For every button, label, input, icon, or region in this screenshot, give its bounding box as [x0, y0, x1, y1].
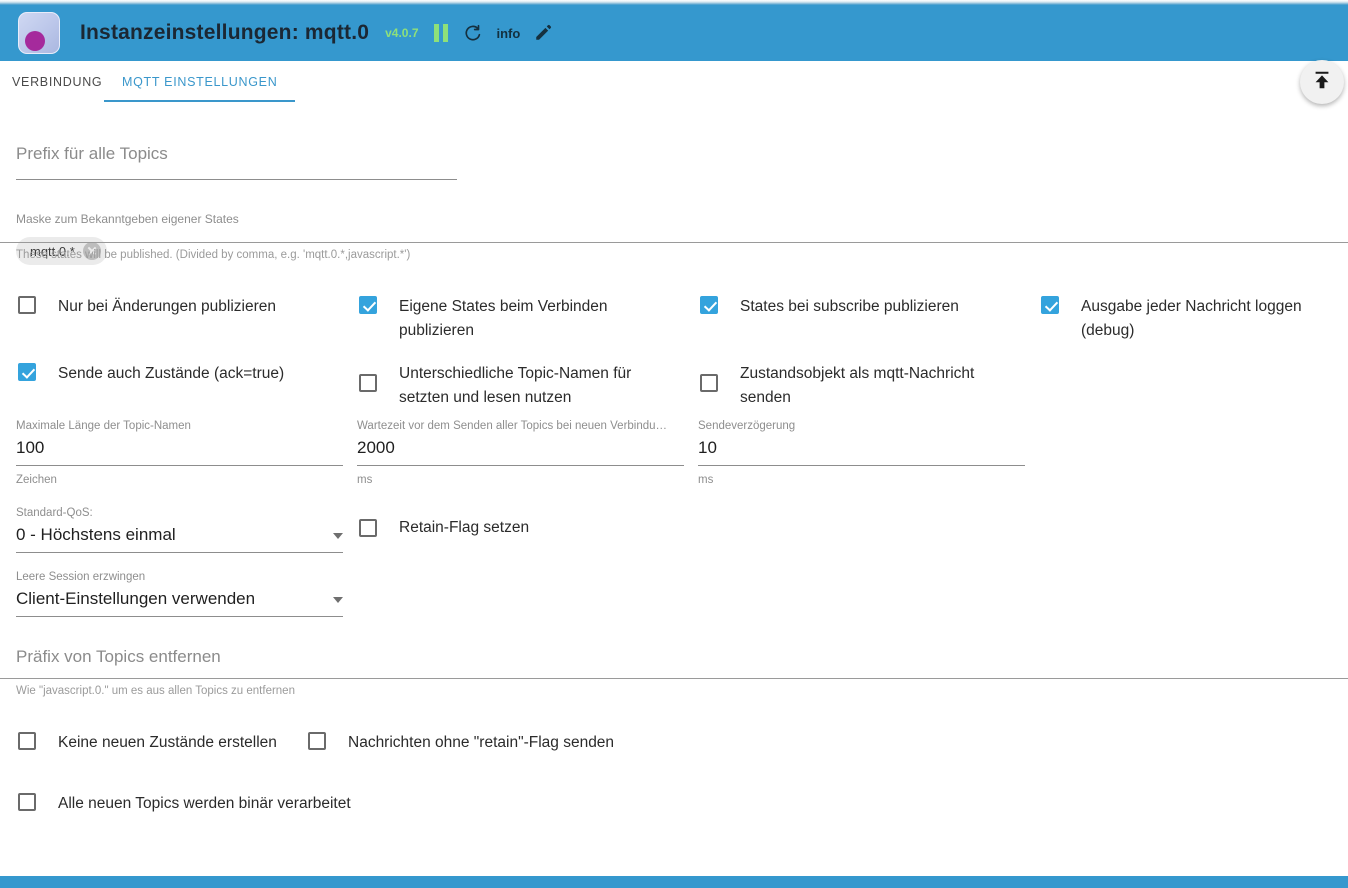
checkbox-box[interactable]: [359, 519, 377, 537]
checkbox-box[interactable]: [18, 296, 36, 314]
bottom-accent-bar: [0, 876, 1348, 888]
field-unit: ms: [357, 474, 684, 486]
tab-mqtt-einstellungen[interactable]: MQTT EINSTELLUNGEN: [104, 61, 295, 102]
field-label: Wartezeit vor dem Senden aller Topics be…: [357, 420, 684, 432]
checkbox-box[interactable]: [359, 374, 377, 392]
version-badge: v4.0.7: [385, 26, 418, 40]
checkbox-label: Unterschiedliche Topic-Namen für setzten…: [399, 362, 649, 410]
checkbox-unterschiedliche-topic-namen[interactable]: Unterschiedliche Topic-Namen für setzten…: [359, 362, 679, 410]
prefix-field-underline: [16, 179, 457, 180]
select-label: Standard-QoS:: [16, 507, 343, 519]
pencil-icon[interactable]: [534, 24, 552, 42]
checkbox-eigene-states-beim-verbinden[interactable]: Eigene States beim Verbinden publizieren: [359, 295, 659, 343]
field-underline: [357, 465, 684, 466]
pause-icon[interactable]: [433, 24, 449, 42]
select-standard-qos[interactable]: Standard-QoS: 0 - Höchstens einmal: [16, 507, 343, 553]
prefix-field-label: Prefix für alle Topics: [16, 144, 457, 164]
field-label: Maximale Länge der Topic-Namen: [16, 420, 343, 432]
checkbox-label: Eigene States beim Verbinden publizieren: [399, 295, 609, 343]
checkbox-box[interactable]: [18, 732, 36, 750]
mask-helper-text: These states will be published. (Divided…: [16, 249, 410, 261]
mask-field-label: Maske zum Bekanntgeben eigener States: [16, 212, 1332, 226]
select-underline: [16, 552, 343, 553]
refresh-icon[interactable]: [463, 23, 483, 43]
scroll-to-top-button[interactable]: [1300, 60, 1344, 104]
checkbox-label: Sende auch Zustände (ack=true): [58, 362, 284, 386]
checkbox-nur-bei-aenderungen[interactable]: Nur bei Änderungen publizieren: [18, 295, 276, 319]
select-label: Leere Session erzwingen: [16, 571, 343, 583]
checkbox-box[interactable]: [18, 793, 36, 811]
prefix-field[interactable]: Prefix für alle Topics: [16, 144, 457, 180]
field-unit: ms: [698, 474, 1025, 486]
select-value: Client-Einstellungen verwenden: [16, 589, 255, 609]
remove-prefix-field[interactable]: Präfix von Topics entfernen: [16, 647, 1332, 667]
field-wartezeit[interactable]: Wartezeit vor dem Senden aller Topics be…: [357, 420, 684, 486]
field-underline: [698, 465, 1025, 466]
checkbox-retain-flag-setzen[interactable]: Retain-Flag setzen: [359, 516, 529, 540]
checkbox-label: Zustandsobjekt als mqtt-Nachricht senden: [740, 362, 995, 410]
remove-prefix-underline: [0, 678, 1348, 679]
chevron-down-icon[interactable]: [333, 597, 343, 603]
field-value[interactable]: 2000: [357, 432, 684, 458]
field-unit: Zeichen: [16, 474, 343, 486]
checkbox-box[interactable]: [359, 296, 377, 314]
app-header: Instanzeinstellungen: mqtt.0 v4.0.7 info: [0, 5, 1348, 61]
checkbox-label: Retain-Flag setzen: [399, 516, 529, 540]
field-value[interactable]: 100: [16, 432, 343, 458]
checkbox-label: Nur bei Änderungen publizieren: [58, 295, 276, 319]
checkbox-label: States bei subscribe publizieren: [740, 295, 959, 319]
settings-content: Prefix für alle Topics Maske zum Bekannt…: [0, 102, 1348, 876]
chevron-down-icon[interactable]: [333, 533, 343, 539]
remove-prefix-helper-text: Wie "javascript.0." um es aus allen Topi…: [16, 685, 295, 697]
field-maximale-laenge[interactable]: Maximale Länge der Topic-Namen 100 Zeich…: [16, 420, 343, 486]
remove-prefix-label: Präfix von Topics entfernen: [16, 647, 1332, 667]
info-label[interactable]: info: [497, 26, 521, 41]
checkbox-zustandsobjekt-als-mqtt-nachricht[interactable]: Zustandsobjekt als mqtt-Nachricht senden: [700, 362, 1020, 410]
field-sendeverzoegerung[interactable]: Sendeverzögerung 10 ms: [698, 420, 1025, 486]
page-title: Instanzeinstellungen: mqtt.0: [80, 21, 369, 45]
checkbox-nachrichten-ohne-retain[interactable]: Nachrichten ohne "retain"-Flag senden: [308, 731, 614, 755]
checkbox-box[interactable]: [700, 374, 718, 392]
checkbox-box[interactable]: [700, 296, 718, 314]
select-value: 0 - Höchstens einmal: [16, 525, 176, 545]
upload-arrow-icon: [1311, 69, 1333, 96]
field-value[interactable]: 10: [698, 432, 1025, 458]
tab-verbindung[interactable]: VERBINDUNG: [12, 61, 102, 102]
checkbox-label: Nachrichten ohne "retain"-Flag senden: [348, 731, 614, 755]
tab-bar: VERBINDUNG MQTT EINSTELLUNGEN: [0, 61, 1348, 102]
checkbox-ausgabe-jeder-nachricht-loggen[interactable]: Ausgabe jeder Nachricht loggen (debug): [1041, 295, 1331, 343]
checkbox-keine-neuen-zustaende[interactable]: Keine neuen Zustände erstellen: [18, 731, 277, 755]
field-underline: [16, 465, 343, 466]
checkbox-states-bei-subscribe[interactable]: States bei subscribe publizieren: [700, 295, 959, 319]
select-underline: [16, 616, 343, 617]
field-label: Sendeverzögerung: [698, 420, 1025, 432]
iobroker-logo-icon: [18, 12, 60, 54]
checkbox-box[interactable]: [1041, 296, 1059, 314]
checkbox-box[interactable]: [308, 732, 326, 750]
checkbox-label: Keine neuen Zustände erstellen: [58, 731, 277, 755]
checkbox-box[interactable]: [18, 363, 36, 381]
mask-divider: [0, 242, 1348, 243]
checkbox-sende-auch-zustaende[interactable]: Sende auch Zustände (ack=true): [18, 362, 284, 386]
checkbox-label: Alle neuen Topics werden binär verarbeit…: [58, 792, 351, 816]
checkbox-label: Ausgabe jeder Nachricht loggen (debug): [1081, 295, 1321, 343]
select-leere-session-erzwingen[interactable]: Leere Session erzwingen Client-Einstellu…: [16, 571, 343, 617]
checkbox-alle-neuen-topics-binaer[interactable]: Alle neuen Topics werden binär verarbeit…: [18, 792, 351, 816]
